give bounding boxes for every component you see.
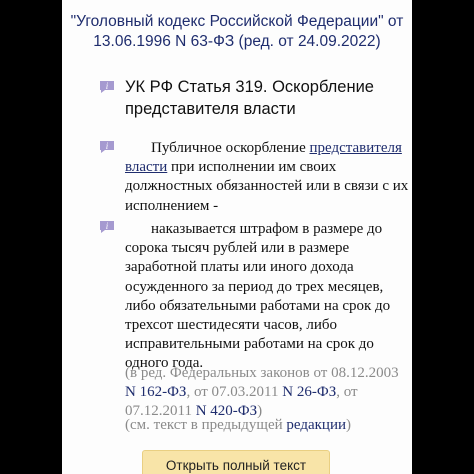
article-title: УК РФ Статья 319. Оскорбление представит… xyxy=(125,78,374,118)
amendments-text: (в ред. Федеральных законов от 08.12.200… xyxy=(125,365,399,381)
open-full-text-button[interactable]: Открыть полный текст документа xyxy=(142,450,330,474)
see-text: (см. текст в предыдущей xyxy=(125,417,283,433)
see-text: ) xyxy=(346,417,352,433)
previous-edition-link[interactable]: редакции xyxy=(286,417,346,433)
paragraph-text: Публичное оскорбление xyxy=(151,140,306,156)
article-paragraph-2: наказывается штрафом в размере до сорока… xyxy=(125,220,412,374)
info-icon[interactable]: i xyxy=(98,80,116,94)
info-icon[interactable]: i xyxy=(98,140,116,154)
article-paragraph-1: Публичное оскорбление представителя влас… xyxy=(125,139,412,216)
see-text-note: (см. текст в предыдущей редакции) xyxy=(125,416,412,435)
document-title: "Уголовный кодекс Российской Федерации" … xyxy=(70,13,404,50)
law-link-26[interactable]: N 26-ФЗ xyxy=(282,384,336,400)
paragraph-text: наказывается штрафом в размере до сорока… xyxy=(125,221,391,372)
document-page: "Уголовный кодекс Российской Федерации" … xyxy=(62,0,412,474)
law-link-162[interactable]: N 162-ФЗ xyxy=(125,384,186,400)
amendments-note: (в ред. Федеральных законов от 08.12.200… xyxy=(125,364,412,422)
info-icon[interactable]: i xyxy=(98,220,116,234)
paragraph-text: при исполнении им своих должностных обяз… xyxy=(125,159,409,214)
amendments-text: , от 07.03.2011 xyxy=(186,384,279,401)
